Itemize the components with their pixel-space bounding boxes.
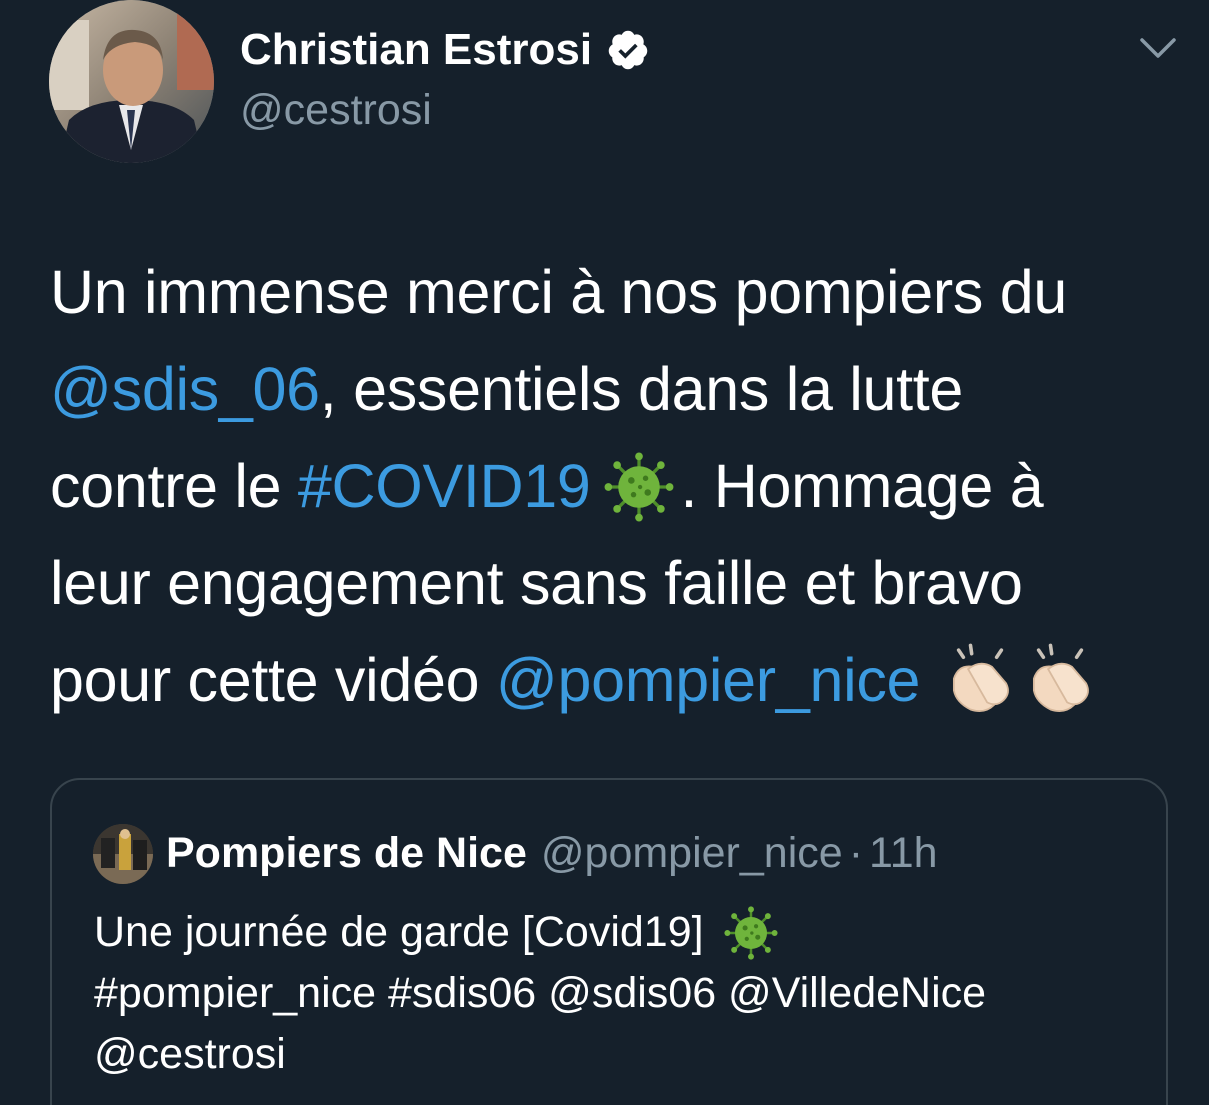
author-handle[interactable]: @cestrosi [240,84,432,136]
quoted-tweet-time[interactable]: 11h [869,829,938,877]
mention-link-pompier-nice[interactable]: @pompier_nice [496,632,921,729]
quoted-tweet-text: Une journée de garde [Covid19] #pompier_… [94,902,1154,1085]
quoted-tweet-header: Pompiers de Nice @pompier_nice · 11h [166,826,938,880]
quoted-author-handle[interactable]: @pompier_nice [541,829,843,877]
tweet-text-segment: , essentiels dans la lutte [319,355,964,423]
tweet-text-segment: leur engagement sans faille et bravo [50,549,1023,617]
virus-emoji [724,905,778,960]
tweet-line: @sdis_06 , essentiels dans la lutte [50,341,1190,438]
quoted-author-name[interactable]: Pompiers de Nice [166,829,527,877]
clapping-hands-emoji [953,643,1010,712]
tweet-text-segment: Un immense merci à nos pompiers du [50,258,1068,326]
tweet-text: Un immense merci à nos pompiers du @sdis… [50,244,1190,729]
author-avatar[interactable] [49,0,214,163]
tweet-line: leur engagement sans faille et bravo [50,535,1190,632]
quoted-tweet-card[interactable]: Pompiers de Nice @pompier_nice · 11h Une jo… [50,778,1168,1105]
author-name-row[interactable]: Christian Estrosi [240,24,650,76]
tweet-detail-view: Christian Estrosi @cestrosi Un immense m… [0,0,1209,1105]
quoted-author-avatar-image [93,824,153,884]
virus-emoji [605,452,674,521]
tweet-text-segment: pour cette vidéo [50,646,496,714]
mention-link-sdis[interactable]: @sdis_06 [50,341,320,438]
chevron-down-icon[interactable] [1138,32,1178,64]
tweet-line: Un immense merci à nos pompiers du [50,244,1190,341]
hashtag-link-covid[interactable]: #COVID19 [298,438,591,535]
tweet-line: contre le #COVID19 . Hommage à [50,438,1190,535]
quoted-text-segment: Une journée de garde [Covid19] [94,908,704,956]
author-display-name[interactable]: Christian Estrosi [240,24,592,76]
meta-separator: · [848,829,864,877]
tweet-text-segment: contre le [50,452,298,520]
quoted-author-avatar [93,824,153,884]
clapping-hands-emoji [1033,643,1090,712]
tweet-line: pour cette vidéo @pompier_nice [50,632,1190,729]
tweet-text-segment: . Hommage à [680,452,1044,520]
author-avatar-image [49,0,214,163]
quoted-tweet-line: @cestrosi [94,1024,1154,1085]
quoted-text-segment: #pompier_nice #sdis06 @sdis06 @VilledeNi… [94,969,987,1017]
quoted-tweet-line: Une journée de garde [Covid19] [94,902,1154,963]
quoted-tweet-line: #pompier_nice #sdis06 @sdis06 @VilledeNi… [94,963,1154,1024]
verified-badge-icon [608,30,648,70]
quoted-text-segment: @cestrosi [94,1030,286,1078]
